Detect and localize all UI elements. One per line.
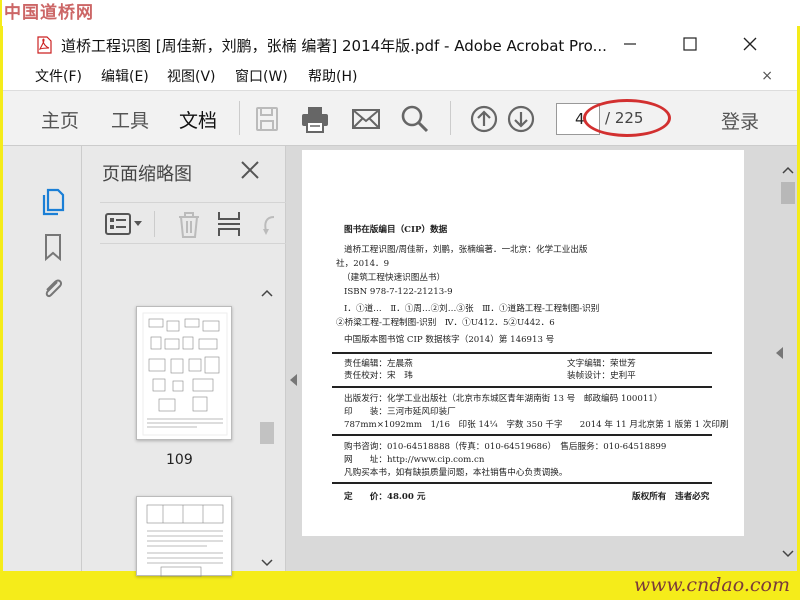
tab-tools[interactable]: 工具 (111, 106, 149, 133)
thumbnails-scrollbar[interactable] (256, 286, 278, 571)
highlight-ellipse (583, 99, 671, 137)
menu-file[interactable]: 文件(F) (35, 66, 82, 86)
menu-close-icon[interactable]: × (761, 68, 773, 84)
options-menu-icon[interactable] (104, 211, 144, 237)
pdf-page: 图书在版编目（CIP）数据 道桥工程识图/周佳新，刘鹏，张楠编著．一北京：化学工… (302, 150, 744, 536)
doc-line: 出版发行：化学工业出版社（北京市东城区青年湖南街 13 号 邮政编码 10001… (344, 394, 663, 404)
navigation-rail (3, 146, 82, 571)
menu-help[interactable]: 帮助(H) (308, 66, 357, 86)
doc-line: 图书在版编目（CIP）数据 (344, 225, 448, 235)
prev-page-icon[interactable] (468, 103, 500, 135)
trash-icon[interactable] (176, 211, 202, 239)
doc-line: ISBN 978-7-122-21213-9 (344, 287, 453, 297)
acrobat-window: 道桥工程识图 [周佳新，刘鹏，张楠 编著] 2014年版.pdf - Adobe… (3, 26, 797, 578)
menu-edit[interactable]: 编辑(E) (101, 66, 149, 86)
doc-line: 责任编辑：左晨燕 (344, 359, 413, 369)
thumbnails-panel: 页面缩略图 109 (82, 146, 286, 578)
doc-line: 787mm×1092mm 1/16 印张 14¼ 字数 350 千字 2014 … (344, 420, 729, 430)
document-scrollbar[interactable] (747, 146, 797, 571)
main-toolbar: 主页 工具 文档 4 / 225 登录 (3, 90, 797, 146)
extract-pages-icon[interactable] (216, 209, 242, 239)
doc-line: 社，2014．9 (336, 259, 390, 269)
doc-line: 责任校对：宋 玮 (344, 371, 413, 381)
doc-line: 中国版本图书馆 CIP 数据核字（2014）第 146913 号 (344, 335, 555, 345)
doc-line: 定 价：48.00 元 (344, 492, 426, 502)
document-view: 图书在版编目（CIP）数据 道桥工程识图/周佳新，刘鹏，张楠编著．一北京：化学工… (302, 146, 797, 571)
watermark-top: 中国道桥网 (2, 0, 800, 26)
collapse-left-icon[interactable] (290, 374, 298, 386)
page-thumbnails-icon[interactable] (39, 186, 67, 216)
email-icon[interactable] (350, 103, 382, 135)
toolbar-divider (239, 101, 240, 135)
watermark-bottom: www.cndao.com (633, 574, 790, 596)
doc-line: 道桥工程识图/周佳新，刘鹏，张楠编著．一北京：化学工业出版 (344, 245, 588, 255)
page-thumbnail[interactable] (136, 496, 232, 578)
divider-line (332, 482, 712, 484)
attachment-icon[interactable] (39, 274, 67, 304)
rotate-icon[interactable] (260, 211, 276, 239)
login-button[interactable]: 登录 (721, 107, 759, 134)
search-icon[interactable] (399, 103, 431, 135)
next-page-icon[interactable] (505, 103, 537, 135)
print-icon[interactable] (299, 103, 331, 135)
panel-toolbar (100, 202, 286, 244)
doc-line: 购书咨询：010-64518888（传真：010-64519686） 售后服务：… (344, 442, 667, 452)
maximize-icon[interactable] (675, 32, 705, 56)
doc-line: （建筑工程快速识图丛书） (342, 273, 446, 283)
close-panel-icon[interactable] (238, 158, 262, 182)
doc-line: ②桥梁工程-工程制图-识别 Ⅳ．①U412．5②U442．6 (336, 318, 555, 328)
bookmark-icon[interactable] (39, 232, 67, 262)
doc-line: 版权所有 违者必究 (632, 492, 710, 502)
panel-toolbar-divider (154, 211, 155, 237)
title-bar: 道桥工程识图 [周佳新，刘鹏，张楠 编著] 2014年版.pdf - Adobe… (3, 26, 797, 64)
toolbar-divider (450, 101, 451, 135)
menu-bar: 文件(F) 编辑(E) 视图(V) 窗口(W) 帮助(H) × (3, 64, 797, 90)
save-icon[interactable] (251, 103, 283, 135)
close-window-icon[interactable] (735, 32, 765, 56)
panel-splitter[interactable] (286, 146, 302, 571)
doc-line: 文字编辑：荣世芳 (567, 359, 636, 369)
thumbnail-drawing (146, 504, 224, 578)
divider-line (332, 352, 712, 354)
window-title: 道桥工程识图 [周佳新，刘鹏，张楠 编著] 2014年版.pdf - Adobe… (61, 37, 607, 55)
doc-line: 印 装：三河市延风印装厂 (344, 407, 456, 417)
thumbnail-page-number: 109 (166, 452, 193, 468)
menu-window[interactable]: 窗口(W) (235, 66, 288, 86)
thumbnail-drawing (142, 312, 228, 436)
divider-line (332, 434, 712, 436)
minimize-icon[interactable] (615, 32, 645, 56)
doc-line: 凡购买本书，如有缺损质量问题，本社销售中心负责调换。 (344, 468, 568, 478)
doc-line: 装帧设计：史利平 (567, 371, 636, 381)
page-thumbnail[interactable] (136, 306, 232, 440)
doc-line: Ⅰ．①道… Ⅱ．①周…②刘…③张 Ⅲ．①道路工程-工程制图-识别 (344, 304, 600, 314)
tab-home[interactable]: 主页 (41, 106, 79, 133)
tab-document[interactable]: 文档 (179, 106, 217, 133)
panel-title: 页面缩略图 (102, 164, 192, 185)
menu-view[interactable]: 视图(V) (167, 66, 216, 86)
pdf-icon (37, 36, 52, 54)
doc-line: 网 址：http://www.cip.com.cn (344, 455, 485, 465)
divider-line (332, 386, 712, 388)
